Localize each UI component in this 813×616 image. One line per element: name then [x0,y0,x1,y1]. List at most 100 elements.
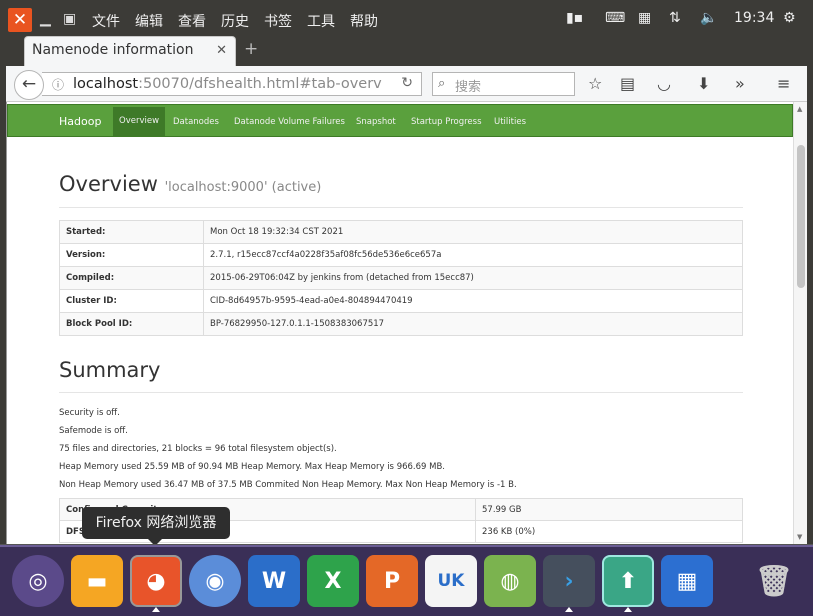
battery-icon[interactable]: ▮▪ [566,10,583,26]
reading-list-icon[interactable]: ▤ [620,74,635,93]
nav-datanodes[interactable]: Datanodes [173,117,219,127]
summary-line: Security is off. [59,408,120,418]
row-value: Mon Oct 18 19:32:34 CST 2021 [203,220,743,244]
firefox-icon[interactable]: ◕ [130,555,182,607]
table-row: Block Pool ID: BP-76829950-127.0.1.1-1508… [59,312,743,336]
running-indicator [152,607,160,612]
bookmark-star-icon[interactable]: ☆ [588,74,602,93]
system-tool-icon[interactable]: ◍ [484,555,536,607]
network-icon[interactable]: ⇅ [669,10,681,26]
window-close-icon[interactable]: ✕ [8,8,32,32]
overflow-chevron-icon[interactable]: » [735,74,745,93]
menu-tools[interactable]: 工具 [307,11,335,31]
summary-line: Safemode is off. [59,426,128,436]
menu-bookmarks[interactable]: 书签 [264,11,292,31]
table-row: Cluster ID: CID-8d64957b-9595-4ead-a0e4-8… [59,289,743,313]
window-maximize-icon[interactable]: ▣ [63,11,76,27]
row-key: Block Pool ID: [59,312,204,336]
row-value: 236 KB (0%) [475,520,743,543]
nav-snapshot[interactable]: Snapshot [356,117,396,127]
menu-edit[interactable]: 编辑 [135,11,163,31]
scroll-up-icon[interactable]: ▲ [797,105,802,113]
wps-presentation-icon[interactable]: P [366,555,418,607]
dock: ◎ ▬ ◕ ◉ W X P UK ◍ › ⬆ ▦ 🗑 [0,544,813,616]
row-key: Cluster ID: [59,289,204,313]
dock-edge [0,545,813,547]
wps-writer-icon[interactable]: W [248,555,300,607]
row-value: BP-76829950-127.0.1.1-1508383067517 [203,312,743,336]
row-key: Compiled: [59,266,204,290]
ubuntu-software-icon[interactable]: UK [425,555,477,607]
summary-line: Heap Memory used 25.59 MB of 90.94 MB He… [59,462,446,472]
navigation-bar: ⓘ localhost:50070/dfshealth.html#tab-ove… [6,66,807,102]
summary-line: 75 files and directories, 21 blocks = 96… [59,444,337,454]
uk-label: UK [437,571,465,591]
scrollbar-thumb[interactable] [797,145,805,288]
workspace-switcher-icon[interactable]: ▦ [661,555,713,607]
url-bar[interactable]: ⓘ localhost:50070/dfshealth.html#tab-ove… [42,72,422,96]
overview-subtitle: 'localhost:9000' (active) [164,180,322,195]
scroll-down-icon[interactable]: ▼ [797,533,802,541]
row-value: 57.99 GB [475,498,743,521]
running-indicator [565,607,573,612]
terminal-prompt-icon[interactable]: › [543,555,595,607]
overview-table: Started: Mon Oct 18 19:32:34 CST 2021 Ver… [59,220,743,336]
nav-volume-failures[interactable]: Datanode Volume Failures [234,117,345,127]
table-row: Started: Mon Oct 18 19:32:34 CST 2021 [59,220,743,244]
divider [59,207,743,208]
divider [59,392,743,393]
upload-arrow-icon[interactable]: ⬆ [602,555,654,607]
search-input[interactable]: ⌕ 搜索 [432,72,575,96]
clock[interactable]: 19:34 [734,10,774,26]
summary-line: Non Heap Memory used 36.47 MB of 37.5 MB… [59,480,517,490]
input-method-icon[interactable]: ▦ [638,10,651,26]
nav-overview[interactable]: Overview [113,107,166,136]
search-placeholder: 搜索 [455,80,482,95]
menu-history[interactable]: 历史 [221,11,249,31]
row-key: Version: [59,243,204,267]
tab-title: Namenode information [32,42,194,58]
wps-sheets-icon[interactable]: X [307,555,359,607]
trash-icon[interactable]: 🗑 [748,555,800,607]
download-arrow-icon[interactable]: ⬇ [697,74,710,93]
new-tab-icon[interactable]: + [244,39,258,59]
menu-view[interactable]: 查看 [178,11,206,31]
row-key: Started: [59,220,204,244]
hadoop-brand[interactable]: Hadoop [59,115,101,128]
summary-heading: Summary [59,358,161,382]
tab-namenode[interactable]: Namenode information ✕ [24,36,236,66]
hamburger-menu-icon[interactable]: ≡ [777,74,790,93]
nav-startup-progress[interactable]: Startup Progress [411,117,482,127]
reload-icon[interactable]: ↻ [401,75,413,91]
pocket-icon[interactable]: ◡ [657,74,671,93]
row-value: 2.7.1, r15ecc87ccf4a0228f35af08fc56de536… [203,243,743,267]
menu-file[interactable]: 文件 [92,11,120,31]
settings-gear-icon[interactable]: ⚙ [783,10,796,26]
running-indicator [624,607,632,612]
files-folder-icon[interactable]: ▬ [71,555,123,607]
keyboard-icon[interactable]: ⌨ [605,10,625,26]
url-text[interactable]: localhost:50070/dfshealth.html#tab-overv [73,76,382,92]
chromium-icon[interactable]: ◉ [189,555,241,607]
menu-help[interactable]: 帮助 [350,11,378,31]
table-row: Compiled: 2015-06-29T06:04Z by jenkins fr… [59,266,743,290]
back-arrow-icon[interactable]: ← [14,70,44,100]
info-icon[interactable]: ⓘ [52,76,64,93]
window-minimize-icon[interactable]: ▁ [40,11,51,27]
vertical-scrollbar[interactable]: ▲ ⁝ ▼ [793,102,807,544]
nav-utilities[interactable]: Utilities [494,117,526,127]
overview-heading: Overview 'localhost:9000' (active) [59,172,322,196]
app-menu: 文件 编辑 查看 历史 书签 工具 帮助 [92,11,378,31]
tab-bar: Namenode information ✕ + [6,34,807,66]
row-value: 2015-06-29T06:04Z by jenkins from (detac… [203,266,743,290]
page-content: Hadoop Overview Datanodes Datanode Volum… [6,102,807,544]
dock-tooltip: Firefox 网络浏览器 [82,507,230,546]
ubuntu-logo-icon[interactable]: ◎ [12,555,64,607]
row-value: CID-8d64957b-9595-4ead-a0e4-804894470419 [203,289,743,313]
system-top-bar: ✕ ▁ ▣ 文件 编辑 查看 历史 书签 工具 帮助 ▮▪ ⌨ ▦ ⇅ 🔈 19… [0,0,813,34]
hadoop-navbar: Hadoop Overview Datanodes Datanode Volum… [7,104,793,137]
table-row: Version: 2.7.1, r15ecc87ccf4a0228f35af08f… [59,243,743,267]
search-icon: ⌕ [438,76,446,91]
volume-icon[interactable]: 🔈 [700,10,717,26]
tab-close-icon[interactable]: ✕ [216,43,227,58]
